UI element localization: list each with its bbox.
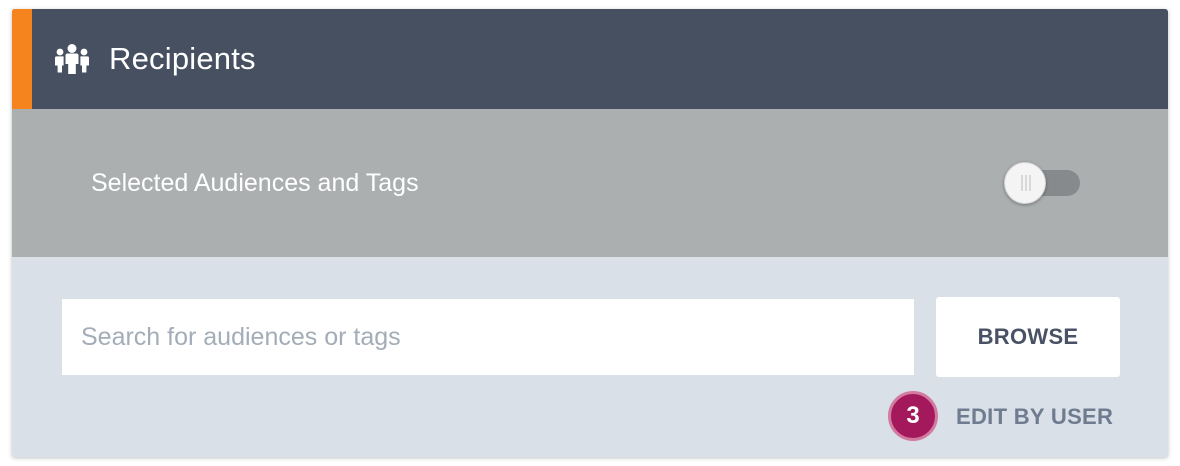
audience-search-input[interactable] xyxy=(62,299,914,375)
panel-title: Recipients xyxy=(109,41,256,76)
browse-button[interactable]: BROWSE xyxy=(936,297,1120,377)
recipients-panel: Recipients Selected Audiences and Tags B… xyxy=(12,9,1168,457)
toggle-knob[interactable] xyxy=(1004,162,1046,204)
audience-toggle-switch[interactable] xyxy=(1004,162,1088,204)
audience-toggle-label: Selected Audiences and Tags xyxy=(91,169,419,197)
search-area: BROWSE 3 EDIT BY USER xyxy=(12,257,1168,457)
edit-by-user-link[interactable]: EDIT BY USER xyxy=(956,402,1113,432)
audience-toggle-row: Selected Audiences and Tags xyxy=(12,109,1168,257)
grip-lines-icon xyxy=(1021,175,1031,191)
header-accent-bar xyxy=(12,9,32,109)
panel-header: Recipients xyxy=(12,9,1168,109)
edit-count-badge: 3 xyxy=(888,391,938,441)
people-group-icon xyxy=(55,44,89,74)
